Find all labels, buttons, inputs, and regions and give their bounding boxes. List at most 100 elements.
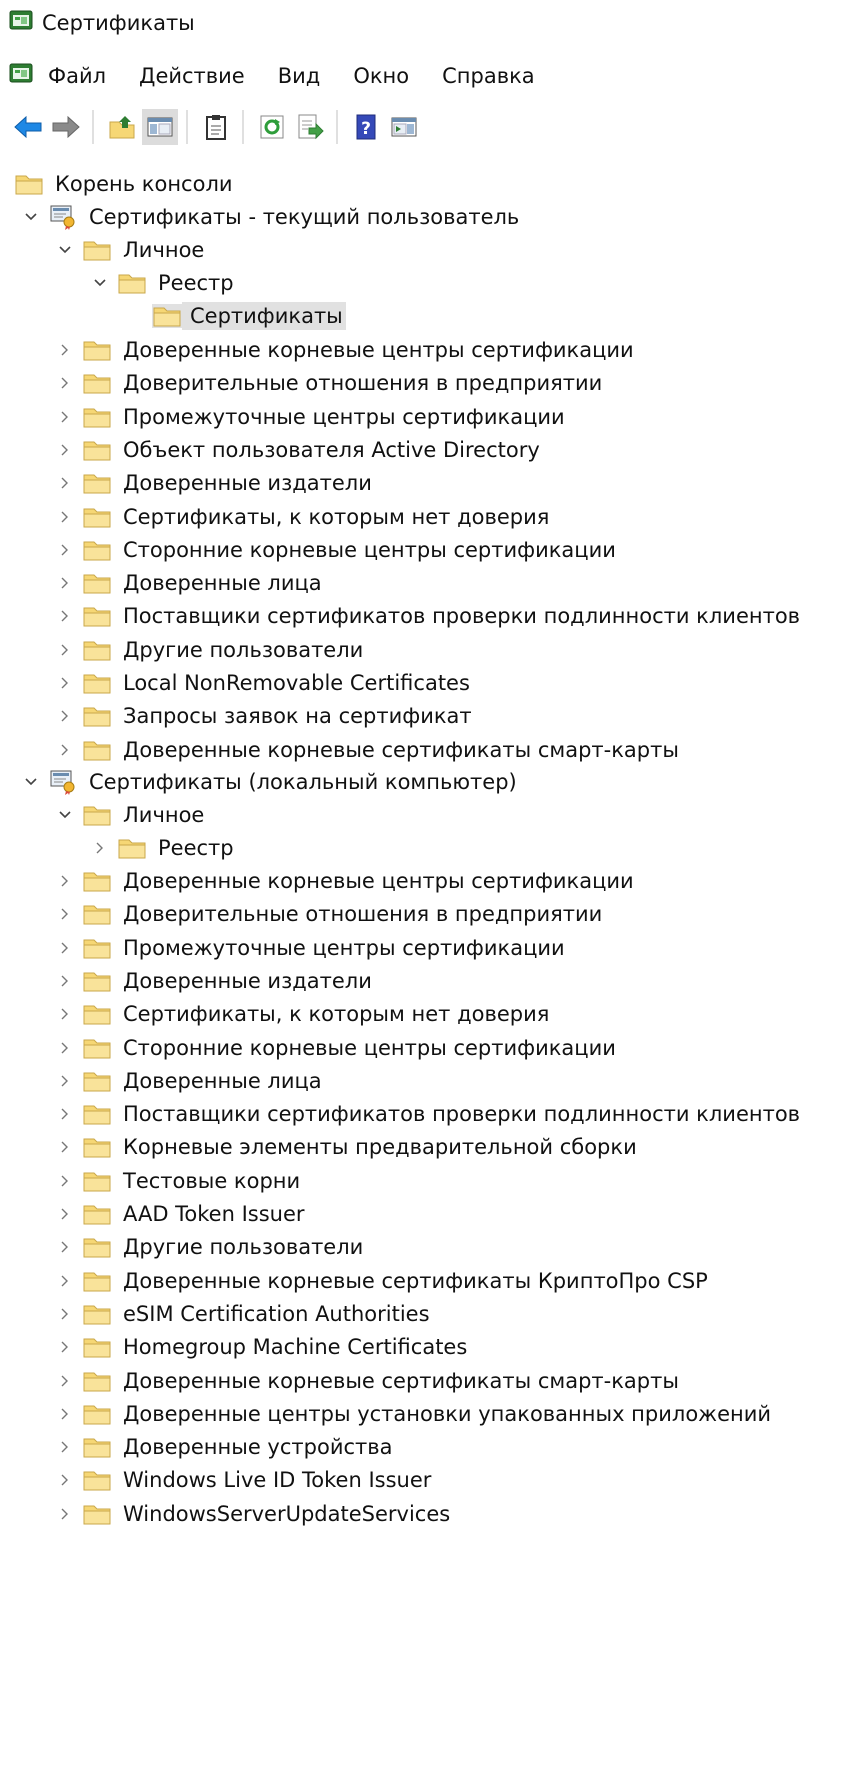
chevron-right-icon[interactable] bbox=[54, 929, 76, 966]
tree-node-user-child[interactable]: Сертификаты, к которым нет доверия bbox=[54, 498, 552, 535]
chevron-down-icon[interactable] bbox=[20, 198, 42, 235]
chevron-down-icon[interactable] bbox=[54, 231, 76, 268]
mmc-console-icon[interactable] bbox=[8, 61, 34, 91]
tree-node-user-registry[interactable]: Реестр bbox=[89, 264, 237, 301]
tree-node-user-certificates[interactable]: Сертификаты - текущий пользователь bbox=[20, 198, 522, 235]
tree-node-machine-child[interactable]: Доверенные корневые сертификаты смарт-ка… bbox=[54, 1362, 682, 1399]
tree-node-user-child[interactable]: Другие пользователи bbox=[54, 631, 366, 668]
chevron-down-icon[interactable] bbox=[54, 796, 76, 833]
menu-window[interactable]: Окно bbox=[353, 64, 409, 88]
tree-node-machine-registry[interactable]: Реестр bbox=[89, 829, 237, 866]
tree-node-machine-child[interactable]: eSIM Certification Authorities bbox=[54, 1295, 433, 1332]
tree-node-machine-child[interactable]: AAD Token Issuer bbox=[54, 1195, 308, 1232]
chevron-right-icon[interactable] bbox=[54, 995, 76, 1032]
tree-node-machine-child[interactable]: Другие пользователи bbox=[54, 1228, 366, 1265]
tree-node-user-child[interactable]: Доверенные издатели bbox=[54, 464, 375, 501]
tree-node-machine-child[interactable]: Сторонние корневые центры сертификации bbox=[54, 1029, 619, 1066]
tree-node-machine-child[interactable]: Доверенные центры установки упакованных … bbox=[54, 1395, 774, 1432]
chevron-right-icon[interactable] bbox=[54, 1095, 76, 1132]
tree-node-label: Корень консоли bbox=[55, 171, 233, 196]
chevron-right-icon[interactable] bbox=[54, 697, 76, 734]
chevron-right-icon[interactable] bbox=[89, 829, 111, 866]
chevron-right-icon[interactable] bbox=[54, 1395, 76, 1432]
tree-node-machine-personal[interactable]: Личное bbox=[54, 796, 207, 833]
chevron-right-icon[interactable] bbox=[54, 1062, 76, 1099]
chevron-right-icon[interactable] bbox=[54, 1162, 76, 1199]
clipboard-button[interactable] bbox=[198, 109, 234, 145]
chevron-right-icon[interactable] bbox=[54, 498, 76, 535]
folder-icon bbox=[83, 1205, 111, 1224]
tree-node-machine-child[interactable]: Homegroup Machine Certificates bbox=[54, 1328, 470, 1365]
tree-node-machine-certificates[interactable]: Сертификаты (локальный компьютер) bbox=[20, 763, 520, 800]
chevron-right-icon[interactable] bbox=[54, 1328, 76, 1365]
menu-action[interactable]: Действие bbox=[139, 64, 245, 88]
tree-node-machine-child[interactable]: Доверительные отношения в предприятии bbox=[54, 895, 605, 932]
tree-node-machine-child[interactable]: WindowsServerUpdateServices bbox=[54, 1495, 453, 1532]
tree-node-user-child[interactable]: Объект пользователя Active Directory bbox=[54, 431, 543, 468]
certificate-snapin-icon bbox=[50, 205, 75, 230]
chevron-right-icon[interactable] bbox=[54, 962, 76, 999]
chevron-right-icon[interactable] bbox=[54, 398, 76, 435]
tree-node-user-child[interactable]: Сторонние корневые центры сертификации bbox=[54, 531, 619, 568]
folder-icon bbox=[83, 939, 111, 958]
folder-icon bbox=[83, 707, 111, 726]
chevron-right-icon[interactable] bbox=[54, 564, 76, 601]
chevron-right-icon[interactable] bbox=[54, 531, 76, 568]
tree-node-machine-child[interactable]: Корневые элементы предварительной сборки bbox=[54, 1128, 640, 1165]
tree-node-machine-child[interactable]: Доверенные лица bbox=[54, 1062, 325, 1099]
export-list-button[interactable] bbox=[292, 109, 328, 145]
tree-node-user-personal[interactable]: Личное bbox=[54, 231, 207, 268]
chevron-down-icon[interactable] bbox=[20, 763, 42, 800]
chevron-right-icon[interactable] bbox=[54, 862, 76, 899]
tree-node-machine-child[interactable]: Доверенные корневые сертификаты КриптоПр… bbox=[54, 1262, 711, 1299]
chevron-right-icon[interactable] bbox=[54, 364, 76, 401]
chevron-right-icon[interactable] bbox=[54, 597, 76, 634]
tree-node-machine-child[interactable]: Тестовые корни bbox=[54, 1162, 303, 1199]
tree-node-machine-child[interactable]: Сертификаты, к которым нет доверия bbox=[54, 995, 552, 1032]
menu-help[interactable]: Справка bbox=[442, 64, 535, 88]
tree-node-machine-child[interactable]: Доверенные издатели bbox=[54, 962, 375, 999]
up-level-button[interactable] bbox=[104, 109, 140, 145]
refresh-button[interactable] bbox=[254, 109, 290, 145]
tree-node-user-child[interactable]: Доверенные лица bbox=[54, 564, 325, 601]
tree-node-label: Доверенные корневые сертификаты смарт-ка… bbox=[123, 737, 679, 762]
forward-button[interactable] bbox=[48, 109, 84, 145]
chevron-right-icon[interactable] bbox=[54, 1362, 76, 1399]
chevron-right-icon[interactable] bbox=[54, 1495, 76, 1532]
chevron-right-icon[interactable] bbox=[54, 431, 76, 468]
chevron-right-icon[interactable] bbox=[54, 331, 76, 368]
chevron-right-icon[interactable] bbox=[54, 1029, 76, 1066]
tree-node-machine-child[interactable]: Поставщики сертификатов проверки подлинн… bbox=[54, 1095, 803, 1132]
window-title: Сертификаты bbox=[42, 11, 195, 35]
tree-node-console-root[interactable]: Корень консоли bbox=[14, 165, 236, 202]
menu-file[interactable]: Файл bbox=[48, 64, 106, 88]
chevron-right-icon[interactable] bbox=[54, 1461, 76, 1498]
help-button[interactable]: ? bbox=[348, 109, 384, 145]
tree-node-machine-child[interactable]: Доверенные корневые центры сертификации bbox=[54, 862, 637, 899]
chevron-right-icon[interactable] bbox=[54, 1228, 76, 1265]
chevron-right-icon[interactable] bbox=[54, 464, 76, 501]
back-button[interactable] bbox=[10, 109, 46, 145]
tree-node-user-child[interactable]: Промежуточные центры сертификации bbox=[54, 398, 568, 435]
chevron-down-icon[interactable] bbox=[89, 264, 111, 301]
tree-node-machine-child[interactable]: Доверенные устройства bbox=[54, 1428, 396, 1465]
tree-node-user-child[interactable]: Запросы заявок на сертификат bbox=[54, 697, 475, 734]
action-pane-button[interactable] bbox=[386, 109, 422, 145]
tree-node-machine-child[interactable]: Промежуточные центры сертификации bbox=[54, 929, 568, 966]
tree-node-machine-child[interactable]: Windows Live ID Token Issuer bbox=[54, 1461, 434, 1498]
show-hide-tree-button[interactable] bbox=[142, 109, 178, 145]
chevron-right-icon[interactable] bbox=[54, 1195, 76, 1232]
menu-view[interactable]: Вид bbox=[278, 64, 321, 88]
tree-node-user-child[interactable]: Local NonRemovable Certificates bbox=[54, 664, 473, 701]
tree-node-user-child[interactable]: Доверительные отношения в предприятии bbox=[54, 364, 605, 401]
tree-node-user-child[interactable]: Поставщики сертификатов проверки подлинн… bbox=[54, 597, 803, 634]
chevron-right-icon[interactable] bbox=[54, 895, 76, 932]
tree-node-user-registry-certificates[interactable]: Сертификаты bbox=[152, 297, 346, 334]
chevron-right-icon[interactable] bbox=[54, 1128, 76, 1165]
chevron-right-icon[interactable] bbox=[54, 664, 76, 701]
chevron-right-icon[interactable] bbox=[54, 1262, 76, 1299]
chevron-right-icon[interactable] bbox=[54, 1428, 76, 1465]
chevron-right-icon[interactable] bbox=[54, 631, 76, 668]
chevron-right-icon[interactable] bbox=[54, 1295, 76, 1332]
tree-node-user-child[interactable]: Доверенные корневые центры сертификации bbox=[54, 331, 637, 368]
